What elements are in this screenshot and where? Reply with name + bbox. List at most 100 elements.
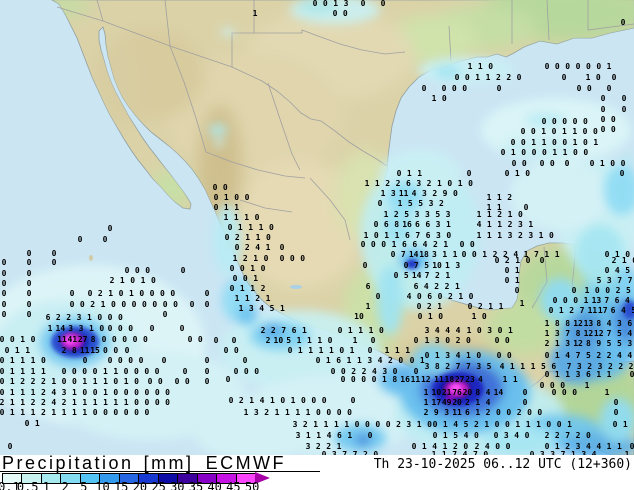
precip-value: 0 [162, 300, 168, 309]
precip-value: 1 [536, 420, 541, 429]
precip-value: 0 [173, 300, 178, 309]
precip-value: 1 [515, 256, 521, 265]
precip-value: 3 [367, 356, 373, 365]
precip-value: 2 [90, 300, 96, 309]
precip-value: 2 [55, 313, 61, 322]
precip-value: 0 [546, 420, 552, 429]
precip-value: 1 [336, 442, 342, 451]
precip-value: 0 [629, 442, 634, 451]
precip-value: 1 [92, 377, 98, 386]
precip-value: 0 [398, 356, 404, 365]
precip-value: 2 [40, 398, 46, 407]
precip-value: 0 [551, 127, 557, 136]
precip-value: 0 [213, 203, 219, 212]
precip-value: 8 [554, 319, 560, 328]
precip-value: 4 [606, 319, 612, 328]
precip-value: 7 [413, 261, 419, 270]
precip-value: 0 [92, 408, 98, 417]
precip-value: 1 [423, 388, 429, 397]
precip-value: 2 [507, 193, 513, 202]
precip-value: 6 [291, 326, 297, 335]
precip-value: 7 [579, 306, 585, 315]
precip-value: 0 [619, 169, 625, 178]
precip-value: 0 [496, 84, 502, 93]
precip-value: 2 [260, 326, 266, 335]
precip-value: 0 [72, 377, 77, 386]
precip-value: 41 [67, 335, 78, 344]
precip-value: 1 [253, 274, 259, 283]
precip-value: 0 [326, 408, 332, 417]
precip-value: 0 [134, 266, 140, 275]
precip-value: 0 [102, 235, 108, 244]
precip-value: 0 [385, 420, 391, 429]
precip-value: 1 [328, 346, 334, 355]
precip-value: 0 [99, 324, 105, 333]
precip-value: 0 [621, 94, 627, 103]
precip-value: 4 [476, 220, 482, 229]
precip-value: 3 [416, 179, 422, 188]
precip-value: 0 [600, 115, 606, 124]
precip-value: 7 [604, 296, 610, 305]
precip-value: 16 [402, 220, 412, 229]
precip-value: 0 [467, 302, 473, 311]
precip-value: 3 [343, 0, 349, 8]
precip-value: 1 [223, 193, 229, 202]
precip-value: 4 [614, 266, 620, 275]
precip-value: 0 [128, 324, 134, 333]
precip-value: 2 [438, 199, 444, 208]
precip-value: 0 [595, 73, 601, 82]
precip-value: 10 [432, 261, 442, 270]
precip-value: 1 [113, 398, 119, 407]
precip-value: 0 [521, 148, 527, 157]
precip-value: 6 [414, 220, 420, 229]
precip-value: 0 [576, 84, 582, 93]
precip-value: 0 [481, 312, 487, 321]
legend-rule [0, 471, 320, 472]
precip-value: 1 [599, 159, 605, 168]
precip-value: 4 [51, 388, 57, 397]
precip-value: 1 [30, 367, 36, 376]
precip-value: 0 [180, 266, 186, 275]
precip-value: 0 [561, 73, 567, 82]
precip-value: 0 [510, 138, 516, 147]
precip-value: 18 [419, 250, 429, 259]
precip-value: 2 [234, 233, 240, 242]
precip-value: 0 [494, 420, 500, 429]
precip-value: 3 [414, 210, 420, 219]
precip-value: 0 [40, 356, 46, 365]
precip-value: 7 [534, 250, 539, 259]
precip-value: 0 [514, 286, 520, 295]
precip-value: 0 [1, 300, 7, 309]
precip-value: 1 [617, 442, 622, 451]
precip-value: 1 [51, 408, 57, 417]
legend-tick: 1 [42, 480, 51, 490]
precip-value: 0 [551, 388, 557, 397]
precip-value: 2 [554, 431, 560, 440]
precip-value: 2 [242, 254, 248, 263]
precip-value: 12 [583, 329, 594, 338]
precip-value: 0 [134, 408, 139, 417]
precip-value: 0 [393, 271, 399, 280]
precip-value: 1 [541, 138, 547, 147]
precip-value: 1 [606, 442, 612, 451]
precip-value: 1 [368, 326, 374, 335]
legend-tick: 2 [61, 480, 69, 490]
precip-value: 3 [68, 324, 74, 333]
precip-value: 0 [549, 231, 554, 240]
precip-value: 1 [544, 250, 550, 259]
precip-value: 1 [103, 377, 108, 386]
precip-value: 1 [223, 203, 229, 212]
precip-value: 13 [583, 319, 594, 328]
precip-value: 0 [26, 258, 32, 267]
precip-value: 8 [392, 375, 398, 384]
precip-value: 0 [222, 183, 228, 192]
precip-value: 3 [554, 329, 560, 338]
precip-value: 0 [311, 396, 317, 405]
precip-value: 0 [582, 117, 588, 126]
precip-value: 0 [103, 408, 108, 417]
precip-value: 0 [107, 324, 113, 333]
precip-value: 1 [437, 179, 442, 188]
precip-value: 0 [360, 240, 366, 249]
precip-value: 0 [520, 127, 526, 136]
precip-value: 0 [122, 335, 128, 344]
